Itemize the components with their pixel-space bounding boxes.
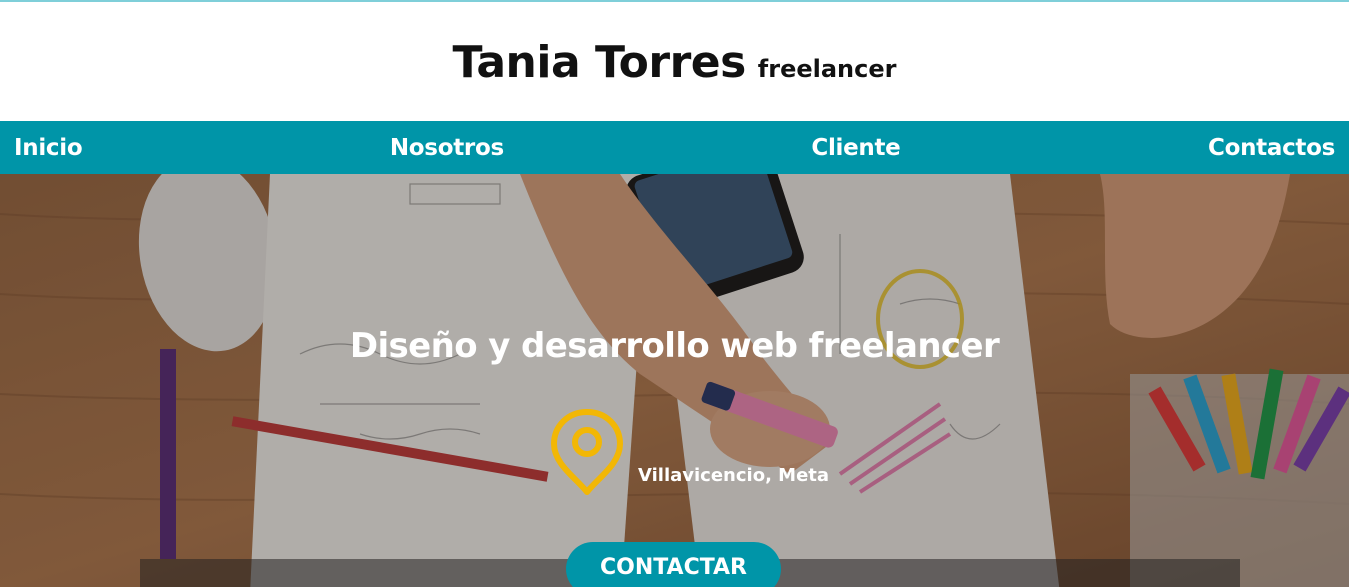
brand-tagline: freelancer: [757, 55, 897, 83]
nav-link-inicio[interactable]: Inicio: [14, 135, 83, 161]
nav-link-nosotros[interactable]: Nosotros: [390, 135, 504, 161]
brand-name: Tania Torres: [452, 37, 747, 88]
hero-title: Diseño y desarrollo web freelancer: [349, 326, 1000, 366]
nav-link-contactos[interactable]: Contactos: [1208, 135, 1335, 161]
hero-section: Diseño y desarrollo web freelancer Villa…: [0, 174, 1349, 587]
contactar-button[interactable]: CONTACTAR: [566, 542, 781, 587]
hero-overlay: [0, 174, 1349, 587]
location-text: Villavicencio, Meta: [638, 465, 830, 486]
location-info: Villavicencio, Meta: [546, 406, 829, 498]
site-header: Tania Torres freelancer: [0, 2, 1349, 121]
map-pin-icon: [551, 409, 623, 495]
nav-link-cliente[interactable]: Cliente: [811, 135, 900, 161]
main-navbar: Inicio Nosotros Cliente Contactos: [0, 121, 1349, 174]
brand[interactable]: Tania Torres freelancer: [453, 37, 897, 88]
